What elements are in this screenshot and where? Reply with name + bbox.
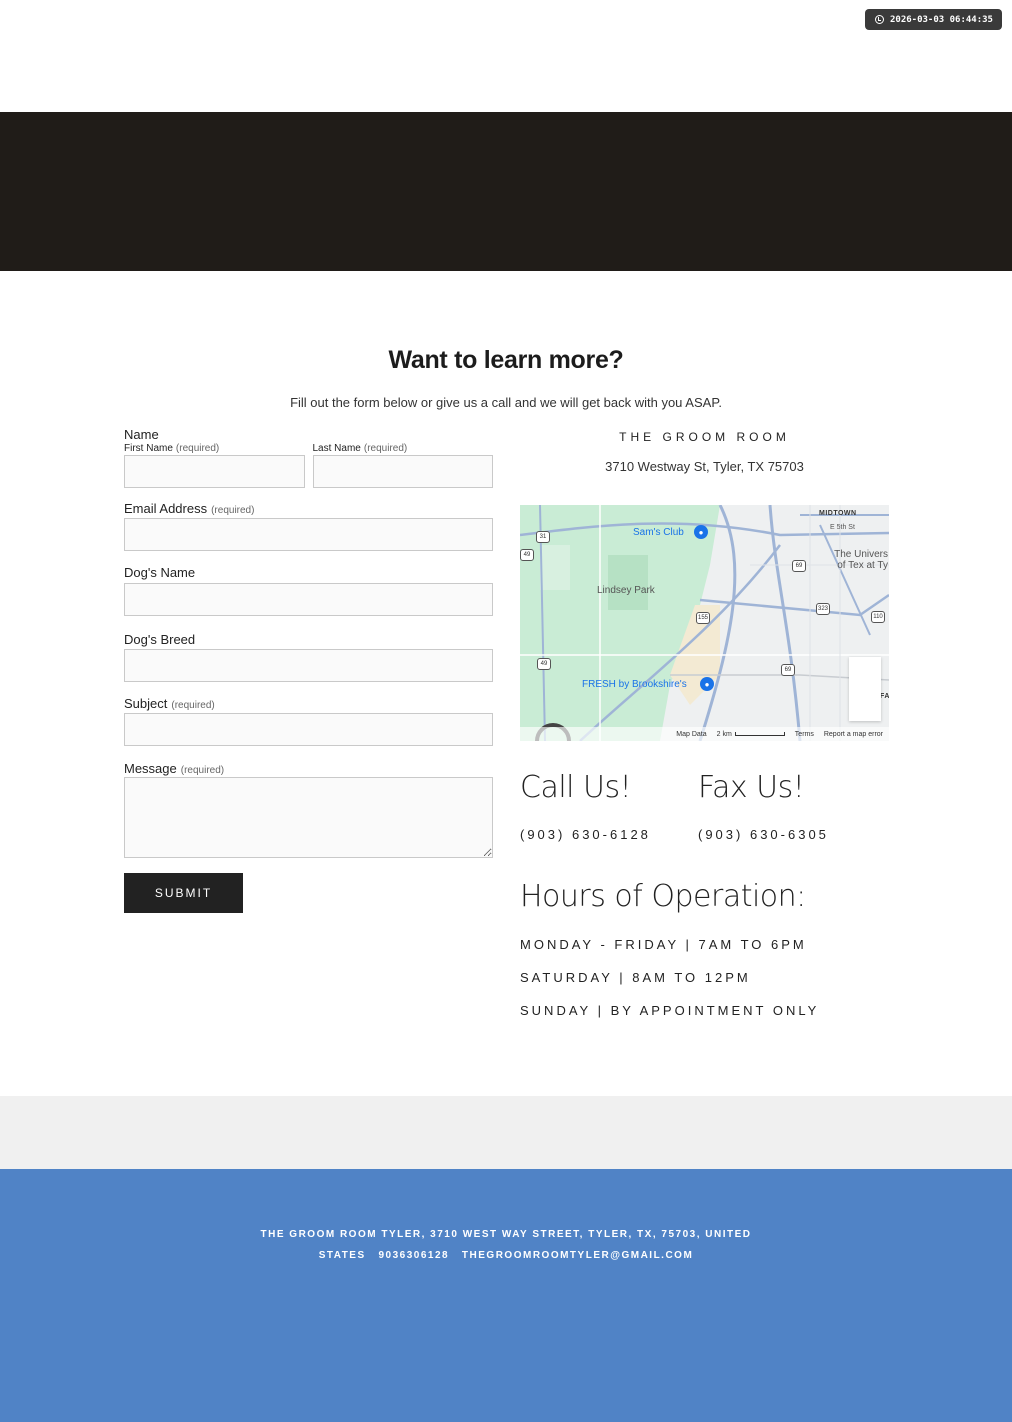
page-subtitle: Fill out the form below or give us a cal… — [290, 395, 722, 410]
dog-name-label: Dog's Name — [124, 565, 196, 580]
map-label-university: The Univers of Tex at Ty — [834, 549, 888, 571]
route-shield-icon: 49 — [537, 658, 551, 670]
first-name-group: First Name (required) — [124, 443, 305, 488]
route-shield-icon: 49 — [520, 549, 534, 561]
map-label-midtown: MIDTOWN — [819, 510, 857, 517]
fax-heading: Fax Us! — [698, 770, 805, 805]
footer-line-1: THE GROOM ROOM TYLER, 3710 WEST WAY STRE… — [260, 1229, 752, 1240]
contact-form: Name First Name (required) Last Name (requ… — [124, 427, 493, 913]
last-name-label: Last Name (required) — [312, 443, 408, 454]
timestamp-badge: 2026-03-03 06:44:35 — [865, 9, 1002, 30]
email-label: Email Address (required) — [124, 501, 255, 516]
grey-band — [0, 1096, 1012, 1169]
map-label-e5th: E 5th St — [830, 524, 855, 531]
subject-field[interactable] — [124, 713, 493, 746]
last-name-field[interactable] — [312, 455, 493, 488]
call-number[interactable]: (903) 630-6128 — [520, 827, 651, 842]
location-map[interactable]: Sam's Club ● Lindsey Park FRESH by Brook… — [520, 505, 889, 741]
route-shield-icon: 31 — [536, 531, 550, 543]
dog-breed-label: Dog's Breed — [124, 632, 196, 647]
name-row: First Name (required) Last Name (required) — [124, 443, 493, 488]
map-zoom-controls[interactable] — [849, 657, 881, 721]
timestamp-text: 2026-03-03 06:44:35 — [890, 14, 993, 25]
message-field[interactable] — [124, 777, 493, 858]
cart-pin-icon[interactable]: ● — [700, 677, 714, 691]
email-field[interactable] — [124, 518, 493, 551]
dog-breed-field[interactable] — [124, 649, 493, 682]
subject-label: Subject (required) — [124, 696, 215, 711]
map-terms-link[interactable]: Terms — [795, 731, 814, 738]
route-shield-icon: 155 — [696, 612, 710, 624]
route-shield-icon: 323 — [816, 603, 830, 615]
message-label: Message (required) — [124, 761, 225, 776]
site-footer: THE GROOM ROOM TYLER, 3710 WEST WAY STRE… — [0, 1169, 1012, 1422]
footer-line-2: STATES 9036306128 THEGROOMROOMTYLER@GMAI… — [318, 1250, 694, 1261]
shopping-pin-icon[interactable]: ● — [694, 525, 708, 539]
hours-line-weekday: MONDAY - FRIDAY | 7AM TO 6PM — [520, 937, 807, 952]
business-info: THE GROOM ROOM 3710 Westway St, Tyler, T… — [520, 427, 889, 474]
name-label: Name — [124, 427, 159, 442]
map-label-sams-club: Sam's Club — [633, 527, 684, 538]
hours-line-saturday: SATURDAY | 8AM TO 12PM — [520, 970, 751, 985]
hours-heading: Hours of Operation: — [520, 879, 806, 914]
map-data-link[interactable]: Map Data — [676, 731, 706, 738]
route-shield-icon: 110 — [871, 611, 885, 623]
first-name-field[interactable] — [124, 455, 305, 488]
call-heading: Call Us! — [520, 770, 632, 805]
route-shield-icon: 69 — [792, 560, 806, 572]
map-label-lindsey-park: Lindsey Park — [597, 585, 655, 596]
scale-bar-icon — [734, 731, 785, 736]
page-title: Want to learn more? — [388, 346, 624, 374]
hero-banner — [0, 112, 1012, 271]
fax-number: (903) 630-6305 — [698, 827, 829, 842]
dog-name-field[interactable] — [124, 583, 493, 616]
map-report-link[interactable]: Report a map error — [824, 731, 883, 738]
business-name: THE GROOM ROOM — [619, 430, 790, 444]
map-label-fa: FA — [880, 693, 889, 700]
first-name-label: First Name (required) — [124, 443, 220, 454]
footer-contact-info: THE GROOM ROOM TYLER, 3710 WEST WAY STRE… — [250, 1224, 762, 1266]
last-name-group: Last Name (required) — [312, 443, 493, 488]
hours-line-sunday: SUNDAY | BY APPOINTMENT ONLY — [520, 1003, 820, 1018]
map-footer: Map Data 2 km Terms Report a map error — [520, 727, 889, 741]
business-address: 3710 Westway St, Tyler, TX 75703 — [605, 459, 804, 474]
route-shield-icon: 69 — [781, 664, 795, 676]
clock-icon — [875, 15, 884, 24]
map-scale: 2 km — [717, 731, 785, 738]
submit-button[interactable]: SUBMIT — [124, 873, 243, 913]
page: 2026-03-03 06:44:35 Want to learn more? … — [0, 0, 1012, 1422]
map-label-fresh: FRESH by Brookshire's — [582, 679, 687, 690]
